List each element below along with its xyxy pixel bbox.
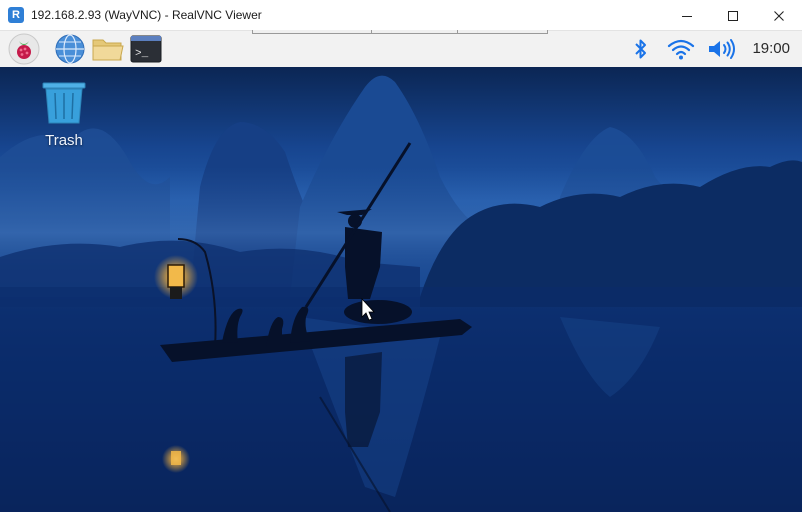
wifi-tray-button[interactable]	[667, 31, 695, 67]
maximize-button[interactable]	[710, 0, 756, 31]
wifi-icon	[667, 39, 695, 60]
bluetooth-tray-button[interactable]	[632, 31, 650, 67]
maximize-icon	[728, 10, 738, 21]
realvnc-icon: R	[8, 7, 24, 23]
desktop-wallpaper	[0, 75, 802, 512]
close-button[interactable]	[756, 0, 802, 31]
window-title: 192.168.2.93 (WayVNC) - RealVNC Viewer	[31, 8, 262, 22]
vnc-toolbar-handle[interactable]	[252, 30, 548, 34]
raspberry-menu-button[interactable]	[7, 33, 41, 65]
bluetooth-icon	[635, 39, 646, 59]
taskbar-clock[interactable]: 19:00	[752, 31, 790, 67]
raspberry-menu-icon	[8, 33, 40, 65]
volume-tray-button[interactable]	[706, 31, 738, 67]
close-icon	[774, 10, 784, 21]
desktop-icon-label: Trash	[45, 132, 83, 149]
desktop-trash-shortcut[interactable]: Trash	[36, 81, 92, 149]
window-title-bar[interactable]: R 192.168.2.93 (WayVNC) - RealVNC Viewer	[0, 0, 802, 31]
file-manager-button[interactable]	[90, 33, 126, 65]
minimize-icon	[682, 15, 692, 17]
web-browser-icon	[55, 34, 85, 64]
volume-icon	[709, 39, 735, 59]
minimize-button[interactable]	[664, 0, 710, 31]
terminal-icon: >_	[130, 35, 162, 63]
desktop-area[interactable]: Trash	[0, 67, 802, 512]
file-manager-icon	[92, 39, 124, 61]
web-browser-button[interactable]	[53, 33, 87, 65]
trash-icon	[42, 82, 86, 124]
svg-text:>_: >_	[135, 48, 149, 60]
terminal-button[interactable]: >_	[129, 33, 163, 65]
